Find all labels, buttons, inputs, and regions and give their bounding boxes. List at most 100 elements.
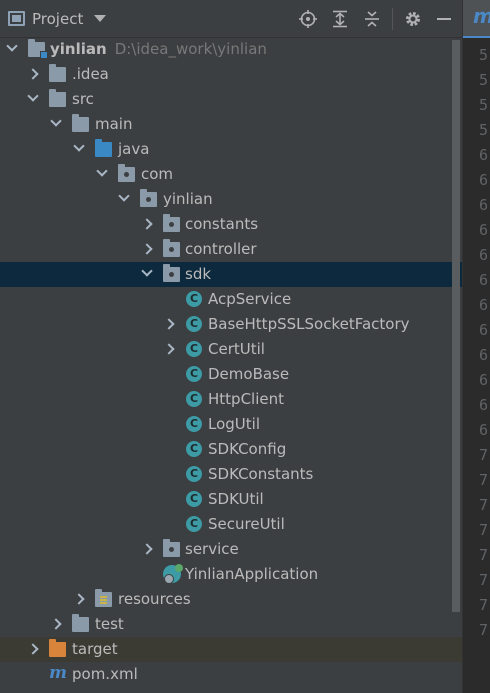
expand-all-icon[interactable]	[329, 8, 351, 30]
line-number: 5	[479, 121, 489, 139]
tree-node-service[interactable]: service	[0, 537, 462, 562]
root-project-path: D:\idea_work\yinlian	[114, 40, 267, 58]
line-number: 7	[479, 546, 489, 564]
gear-icon[interactable]	[402, 8, 424, 30]
line-number: 6	[479, 296, 489, 314]
tree-node-label: .idea	[72, 65, 109, 83]
locate-icon[interactable]	[297, 8, 319, 30]
chevron-down-icon[interactable]	[51, 119, 61, 129]
editor-pane: m 5 5 5 5 6 6 6 6 6 6 6 6 6 6 6 6 7 7 7 7 7 7 7 7	[462, 0, 490, 693]
tree-node-class[interactable]: C SDKUtil	[0, 487, 462, 512]
editor-tab[interactable]: m	[463, 0, 490, 38]
line-number: 6	[479, 146, 489, 164]
tree-node-class[interactable]: C DemoBase	[0, 362, 462, 387]
tree-node-label: SDKConstants	[208, 465, 314, 483]
minimize-icon[interactable]	[433, 8, 455, 30]
line-number: 6	[479, 171, 489, 189]
tree-node-label: YinlianApplication	[185, 565, 319, 583]
line-number: 6	[479, 396, 489, 414]
tree-node-com[interactable]: com	[0, 162, 462, 187]
line-number: 6	[479, 221, 489, 239]
class-icon: C	[186, 491, 202, 507]
collapse-all-icon[interactable]	[361, 8, 383, 30]
tree-node-label: pom.xml	[72, 665, 138, 683]
tree-node-src[interactable]: src	[0, 87, 462, 112]
tree-node-label: target	[72, 640, 118, 658]
chevron-right-icon[interactable]	[164, 319, 174, 329]
class-icon: C	[186, 291, 202, 307]
tree-node-class[interactable]: C CertUtil	[0, 337, 462, 362]
chevron-down-icon[interactable]	[97, 169, 107, 179]
chevron-right-icon[interactable]	[51, 619, 61, 629]
chevron-right-icon[interactable]	[74, 594, 84, 604]
tree-node-label: constants	[185, 215, 259, 233]
chevron-right-icon[interactable]	[164, 344, 174, 354]
package-icon	[163, 539, 180, 557]
tree-node-class[interactable]: C SDKConstants	[0, 462, 462, 487]
tree-node-class[interactable]: C AcpService	[0, 287, 462, 312]
tree-node-java[interactable]: java	[0, 137, 462, 162]
scrollbar-thumb[interactable]	[452, 40, 460, 612]
project-view-icon	[8, 11, 25, 26]
tree-node-label: BaseHttpSSLSocketFactory	[208, 315, 410, 333]
chevron-down-icon[interactable]	[94, 15, 106, 22]
line-number: 5	[479, 71, 489, 89]
line-number: 6	[479, 421, 489, 439]
chevron-right-icon[interactable]	[28, 69, 38, 79]
chevron-down-icon[interactable]	[28, 94, 38, 104]
chevron-right-icon[interactable]	[142, 544, 152, 554]
chevron-right-icon[interactable]	[142, 244, 152, 254]
tree-node-idea[interactable]: .idea	[0, 62, 462, 87]
project-view-title[interactable]: Project	[32, 10, 83, 28]
tree-node-label: SDKUtil	[208, 490, 264, 508]
line-number: 7	[479, 521, 489, 539]
class-icon: C	[186, 441, 202, 457]
class-icon: C	[186, 516, 202, 532]
tree-node-controller[interactable]: controller	[0, 237, 462, 262]
tree-node-target[interactable]: target	[0, 637, 462, 662]
tree-node-sdk[interactable]: sdk	[0, 262, 462, 287]
tree-node-application[interactable]: YinlianApplication	[0, 562, 462, 587]
chevron-down-icon[interactable]	[74, 144, 84, 154]
tree-node-label: CertUtil	[208, 340, 265, 358]
line-number: 6	[479, 196, 489, 214]
tree-node-class[interactable]: C BaseHttpSSLSocketFactory	[0, 312, 462, 337]
tree-node-label: yinlian	[163, 190, 213, 208]
chevron-down-icon[interactable]	[142, 269, 152, 279]
tree-node-yinlian[interactable]: yinlian	[0, 187, 462, 212]
tree-node-main[interactable]: main	[0, 112, 462, 137]
chevron-down-icon[interactable]	[119, 194, 129, 204]
line-number: 6	[479, 371, 489, 389]
tree-node-test[interactable]: test	[0, 612, 462, 637]
tree-node-resources[interactable]: resources	[0, 587, 462, 612]
tree-node-root[interactable]: yinlian D:\idea_work\yinlian	[0, 37, 462, 62]
tree-node-class[interactable]: C SDKConfig	[0, 437, 462, 462]
package-icon	[163, 214, 180, 232]
tree-node-label: HttpClient	[208, 390, 284, 408]
tree-node-label: sdk	[185, 265, 212, 283]
tree-node-label: AcpService	[208, 290, 292, 308]
tree-node-class[interactable]: C HttpClient	[0, 387, 462, 412]
tree-node-label: src	[72, 90, 94, 108]
tree-node-pom[interactable]: m pom.xml	[0, 662, 462, 687]
class-icon: C	[186, 466, 202, 482]
class-icon: C	[186, 366, 202, 382]
line-number: 6	[479, 271, 489, 289]
tree-node-label: LogUtil	[208, 415, 260, 433]
folder-icon	[49, 89, 66, 107]
tree-node-label: SDKConfig	[208, 440, 287, 458]
tree-node-class[interactable]: C SecureUtil	[0, 512, 462, 537]
line-number: 7	[479, 596, 489, 614]
chevron-right-icon[interactable]	[28, 644, 38, 654]
chevron-down-icon[interactable]	[7, 44, 17, 54]
chevron-right-icon[interactable]	[142, 219, 152, 229]
line-number: 7	[479, 471, 489, 489]
package-icon	[163, 264, 180, 282]
line-number: 6	[479, 246, 489, 264]
class-icon: C	[186, 341, 202, 357]
toolbar-divider	[392, 8, 393, 30]
tree-node-constants[interactable]: constants	[0, 212, 462, 237]
tree-node-class[interactable]: C LogUtil	[0, 412, 462, 437]
resources-folder-icon	[95, 589, 112, 607]
tree-node-label: main	[95, 115, 133, 133]
